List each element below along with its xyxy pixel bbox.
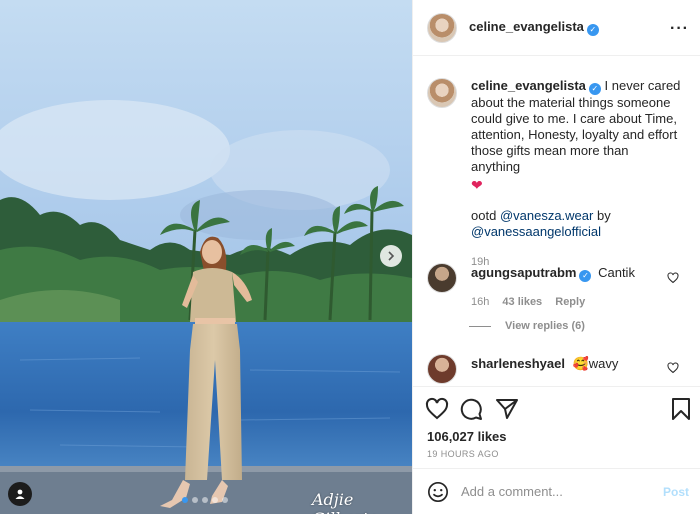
emoji-icon[interactable]: [427, 481, 449, 503]
post-header: celine_evangelista ✓ ···: [413, 0, 700, 56]
commenter-username[interactable]: agungsaputrabm: [471, 265, 576, 280]
post-photo[interactable]: Adjie Gilberto: [0, 0, 412, 514]
carousel-dot: [222, 497, 228, 503]
user-tag-icon: [15, 489, 25, 499]
carousel-dot: [192, 497, 198, 503]
comment: agungsaputrabm ✓ Cantik 16h 43 likes Repl…: [427, 263, 635, 308]
comment: sharleneshyael 🥰wavy: [427, 354, 618, 384]
author-avatar[interactable]: [427, 12, 457, 43]
caption-ootd: ootd @vanesza.wear by @vanessaangeloffic…: [471, 208, 681, 240]
caption-body: celine_evangelista ✓ I never cared about …: [471, 78, 681, 270]
comment-icon[interactable]: [459, 397, 483, 421]
caption-emoji-line: ❤: [471, 177, 681, 194]
more-options-icon[interactable]: ···: [670, 20, 689, 38]
commenter-username[interactable]: sharleneshyael: [471, 356, 565, 371]
heart-icon[interactable]: [425, 397, 449, 421]
like-comment-heart-icon[interactable]: [667, 272, 679, 284]
red-heart-emoji: ❤: [471, 177, 483, 193]
reply-button[interactable]: Reply: [555, 296, 585, 308]
like-count[interactable]: 106,027 likes: [427, 429, 507, 444]
commenter-avatar[interactable]: [427, 263, 457, 293]
verified-icon: ✓: [579, 269, 592, 282]
view-replies-button[interactable]: View replies (6): [469, 320, 585, 332]
comment-time[interactable]: 16h: [471, 296, 489, 308]
caption-author-avatar[interactable]: [427, 78, 457, 108]
ootd-prefix: ootd: [471, 208, 497, 223]
carousel-dot: [202, 497, 208, 503]
share-icon[interactable]: [495, 397, 519, 421]
caption-author[interactable]: celine_evangelista: [471, 78, 586, 93]
post-side-panel: celine_evangelista ✓ ··· celine_evangelis…: [412, 0, 700, 514]
carousel-indicator: [182, 497, 228, 503]
commenter-avatar[interactable]: [427, 354, 457, 384]
comment-likes[interactable]: 43 likes: [502, 296, 542, 308]
user-tags-button[interactable]: [8, 482, 32, 506]
carousel-dot: [212, 497, 218, 503]
mention-link[interactable]: @vanessaangelofficial: [471, 224, 601, 239]
comment-body: sharleneshyael 🥰wavy: [471, 356, 618, 384]
next-arrow-icon: [388, 251, 395, 261]
photo-image: [0, 0, 412, 514]
view-replies-line: [469, 325, 491, 327]
post-actions: 106,027 likes 19 HOURS AGO: [413, 386, 700, 466]
comment-input[interactable]: [461, 484, 651, 499]
author-username[interactable]: celine_evangelista: [469, 19, 584, 34]
comment-body: agungsaputrabm ✓ Cantik 16h 43 likes Repl…: [471, 263, 635, 308]
post-timestamp[interactable]: 19 HOURS AGO: [427, 449, 499, 459]
instagram-post: Adjie Gilberto celine_evangelista✓ ··· c…: [0, 0, 700, 514]
next-photo-button[interactable]: [380, 245, 402, 267]
bookmark-icon[interactable]: [669, 397, 693, 421]
carousel-dot: [182, 497, 188, 503]
smiling-hearts-emoji: 🥰: [572, 356, 589, 371]
add-comment-bar: Post: [413, 468, 700, 514]
verified-icon: ✓: [588, 83, 601, 95]
caption: celine_evangelista ✓ I never cared about …: [427, 78, 681, 270]
view-replies-label: View replies (6): [505, 320, 585, 332]
by-text: by: [596, 208, 611, 223]
verified-icon: ✓: [586, 23, 599, 36]
comments-section: celine_evangelista ✓ I never cared about …: [413, 56, 700, 386]
post-comment-button[interactable]: Post: [663, 485, 689, 499]
author-username-wrap: celine_evangelista ✓: [469, 19, 599, 36]
comment-meta: 16h 43 likes Reply: [471, 296, 635, 308]
mention-link[interactable]: @vanesza.wear: [500, 208, 593, 223]
comment-text: Cantik: [598, 265, 635, 280]
comment-text: wavy: [588, 356, 619, 371]
like-comment-heart-icon[interactable]: [667, 362, 679, 374]
photo-watermark: Adjie Gilberto: [312, 490, 378, 514]
